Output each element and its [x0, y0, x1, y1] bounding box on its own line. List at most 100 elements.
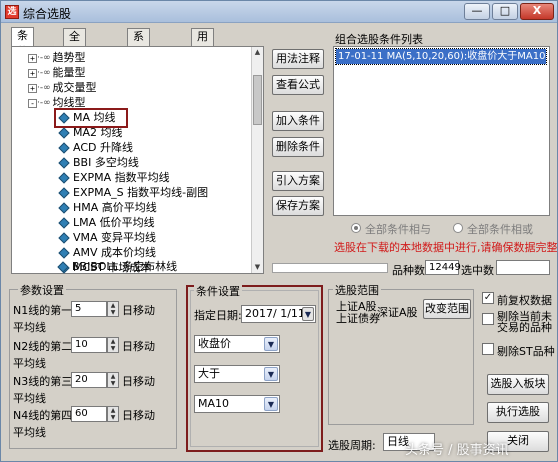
tab-user-conditions[interactable]: 用户条件: [191, 28, 214, 91]
target-select[interactable]: MA10 ▼: [194, 395, 280, 413]
expand-icon[interactable]: +: [28, 53, 37, 63]
tab-all-conditions[interactable]: 全部条件: [63, 28, 86, 91]
list-item[interactable]: 17-01-11 MA(5,10,20,60):收盘价大于MA10: [335, 48, 547, 65]
indicator-icon: [58, 142, 70, 154]
param-row-4-suffix: 日移动: [122, 409, 155, 422]
tab-condition-group[interactable]: 条件组: [11, 27, 34, 74]
exclude-suspended-label: 剔除当前未交易的品种: [497, 310, 552, 334]
tree-leaf-label: EXPMA 指数平均线: [73, 171, 170, 184]
param-group-title: 参数设置: [18, 282, 66, 298]
param-4-stepper[interactable]: ▲ ▼: [107, 406, 119, 422]
import-scheme-button[interactable]: 引入方案: [272, 171, 324, 191]
condition-tree[interactable]: + ·-∞ 趋势型 + ·-∞ 能量型 + ·-∞ 成交量型 - ·-∞ 均线型 MA …: [11, 46, 264, 274]
exclude-st-label: 剔除ST品种: [497, 345, 555, 358]
param-3-input[interactable]: 20: [71, 372, 107, 388]
change-range-button[interactable]: 改变范围: [423, 299, 471, 319]
scroll-up-icon[interactable]: ▲: [252, 47, 263, 58]
chevron-down-icon[interactable]: ▼: [264, 367, 278, 381]
count-value: 12449: [425, 260, 461, 275]
progress-bar: [272, 263, 388, 273]
branch-icon: ·-∞: [37, 98, 51, 108]
or-radio[interactable]: [453, 223, 463, 233]
selected-count-value: [496, 260, 550, 275]
condition-list[interactable]: 17-01-11 MA(5,10,20,60):收盘价大于MA10: [333, 46, 550, 216]
watermark: 头条号 / 股事资讯: [405, 443, 509, 458]
param-3-stepper[interactable]: ▲ ▼: [107, 372, 119, 388]
tree-leaf-label: BBIBOLL 多空布林线: [72, 260, 178, 273]
tree-leaf-acd[interactable]: ACD 升降线: [58, 141, 133, 155]
param-2-stepper[interactable]: ▲ ▼: [107, 337, 119, 353]
operator-select[interactable]: 大于 ▼: [194, 365, 280, 383]
tree-scrollbar[interactable]: ▲ ▼: [251, 47, 263, 273]
tree-group-energy[interactable]: + ·-∞ 能量型: [28, 66, 86, 80]
selection-highlight: [54, 108, 128, 128]
collapse-icon[interactable]: -: [28, 98, 37, 108]
chevron-down-icon[interactable]: ▼: [264, 337, 278, 351]
date-value: 2017/ 1/11: [245, 307, 305, 320]
tree-leaf-amv[interactable]: AMV 成本价均线: [58, 246, 156, 260]
add-condition-button[interactable]: 加入条件: [272, 111, 324, 131]
tree-leaf-label: BBI 多空均线: [73, 156, 139, 169]
param-row-3-suffix: 日移动: [122, 375, 155, 388]
date-picker[interactable]: 2017/ 1/11 ▼: [241, 305, 316, 323]
app-icon: 选: [5, 5, 19, 19]
chevron-down-icon[interactable]: ▼: [302, 307, 314, 321]
range-market-3: 深证A股: [377, 306, 418, 319]
exclude-suspended-checkbox[interactable]: [482, 313, 494, 325]
execute-selection-button[interactable]: 执行选股: [487, 402, 549, 423]
scroll-thumb[interactable]: [253, 75, 262, 125]
save-scheme-button[interactable]: 保存方案: [272, 196, 324, 216]
expand-icon[interactable]: +: [28, 68, 37, 78]
tree-group-volume[interactable]: + ·-∞ 成交量型: [28, 81, 97, 95]
tree-leaf-label: HMA 高价平均线: [73, 201, 157, 214]
tree-leaf-expma[interactable]: EXPMA 指数平均线: [58, 171, 170, 185]
minimize-button[interactable]: —: [464, 3, 490, 20]
window: 选 综合选股 — □ X 条件组 全部条件 系统条件 用户条件 +·-∞ 趋势型…: [0, 0, 558, 462]
or-radio-label: 全部条件相或: [467, 223, 533, 236]
condition-group-title: 条件设置: [194, 283, 242, 299]
restore-rights-checkbox[interactable]: ✓: [482, 292, 494, 304]
indicator-icon: [58, 172, 70, 184]
condition-list-title: 组合选股条件列表: [335, 33, 423, 46]
view-formula-button[interactable]: 查看公式: [272, 75, 324, 95]
indicator-icon: [58, 247, 70, 259]
exclude-st-checkbox[interactable]: [482, 343, 494, 355]
tab-system-conditions[interactable]: 系统条件: [127, 28, 150, 91]
tree-leaf-hma[interactable]: HMA 高价平均线: [58, 201, 157, 215]
field-select[interactable]: 收盘价 ▼: [194, 335, 280, 353]
add-to-block-button[interactable]: 选股入板块: [487, 374, 549, 395]
param-2-input[interactable]: 10: [71, 337, 107, 353]
range-group-title: 选股范围: [333, 282, 381, 298]
tree-leaf-bbiboll[interactable]: BBIBOLL 多空布林线: [57, 260, 177, 274]
and-radio[interactable]: [351, 223, 361, 233]
maximize-button[interactable]: □: [492, 3, 518, 20]
operator-select-value: 大于: [198, 367, 220, 380]
param-4-input[interactable]: 60: [71, 406, 107, 422]
title-bar[interactable]: 选 综合选股 — □ X: [1, 1, 557, 23]
tree-group-label: 能量型: [52, 66, 86, 79]
selected-count-label: 选中数: [461, 264, 494, 277]
tree-leaf-lma[interactable]: LMA 低价平均线: [58, 216, 155, 230]
range-market-2: 上证债券: [336, 312, 380, 325]
chevron-down-icon[interactable]: ▼: [264, 397, 278, 411]
count-label: 品种数: [392, 264, 425, 277]
delete-condition-button[interactable]: 删除条件: [272, 137, 324, 157]
indicator-icon: [58, 187, 70, 199]
param-row-4-unit: 平均线: [13, 426, 46, 439]
close-window-button[interactable]: X: [520, 3, 554, 20]
tree-leaf-label: EXPMA_S 指数平均线-副图: [73, 186, 209, 199]
param-row-1-unit: 平均线: [13, 321, 46, 334]
tree-leaf-vma[interactable]: VMA 变异平均线: [58, 231, 156, 245]
tree-leaf-expma-s[interactable]: EXPMA_S 指数平均线-副图: [58, 186, 208, 200]
tree-group-trend[interactable]: + ·-∞ 趋势型: [28, 51, 86, 65]
scroll-down-icon[interactable]: ▼: [252, 262, 263, 273]
param-1-stepper[interactable]: ▲ ▼: [107, 301, 119, 317]
indicator-icon: [57, 261, 69, 273]
tree-leaf-bbi[interactable]: BBI 多空均线: [58, 156, 139, 170]
tree-leaf-ma2[interactable]: MA2 均线: [58, 126, 123, 140]
indicator-icon: [58, 202, 70, 214]
expand-icon[interactable]: +: [28, 83, 37, 93]
usage-notes-button[interactable]: 用法注释: [272, 49, 324, 69]
tree-leaf-label: LMA 低价平均线: [73, 216, 155, 229]
param-1-input[interactable]: 5: [71, 301, 107, 317]
